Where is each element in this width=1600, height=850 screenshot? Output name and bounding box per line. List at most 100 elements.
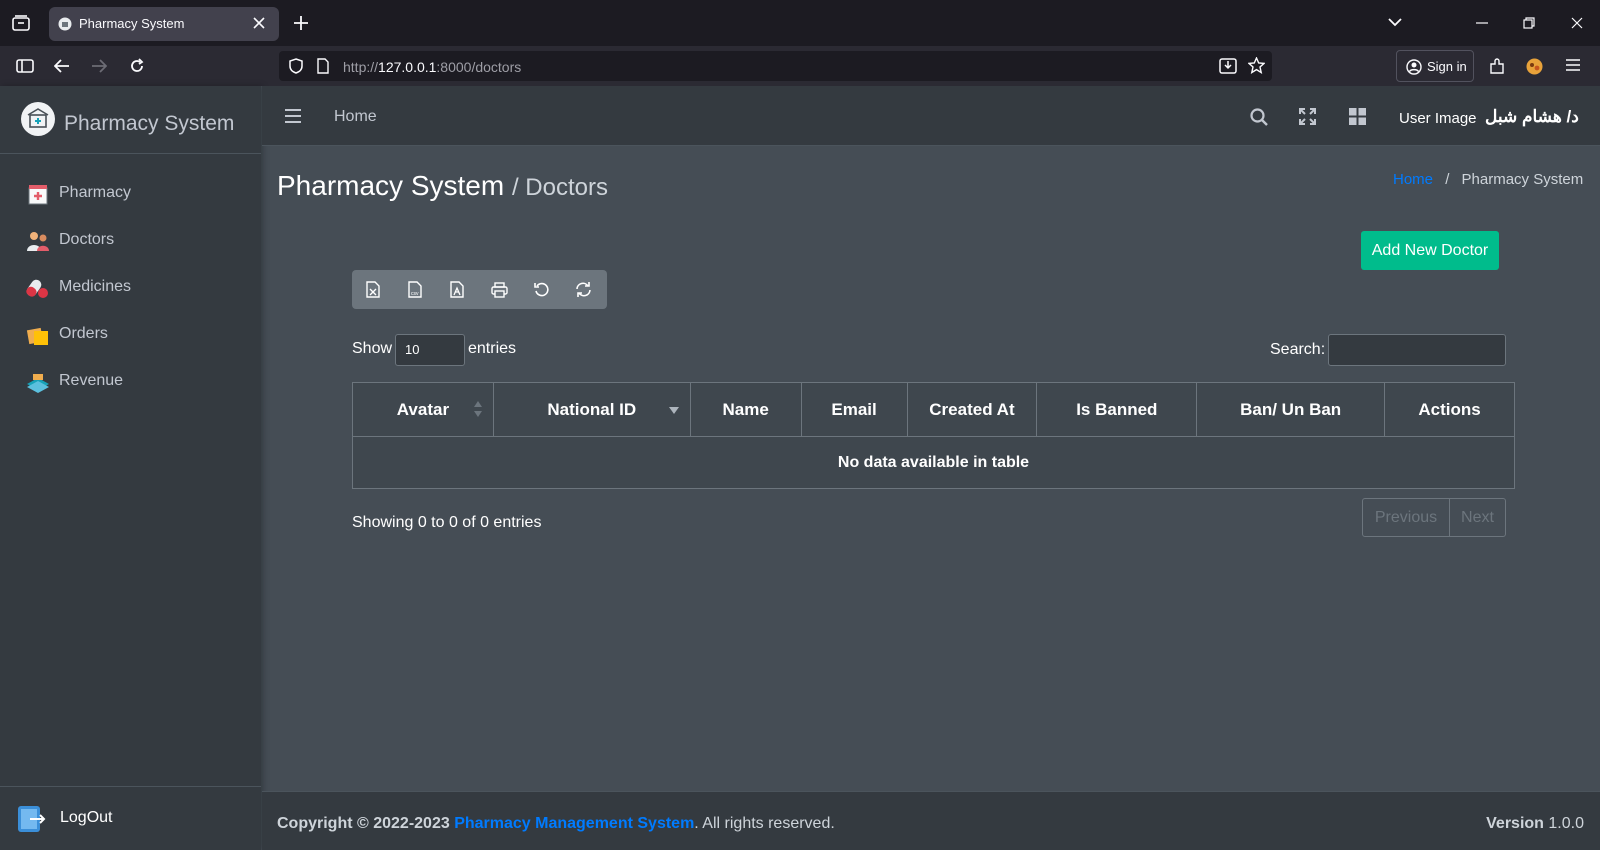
column-header-actions[interactable]: Actions — [1384, 382, 1515, 437]
sidebar: Pharmacy System Pharmacy Doctors Medicin… — [0, 86, 261, 850]
sidebar-toggle-icon[interactable] — [16, 59, 34, 73]
sidebar-item-orders[interactable]: Orders — [0, 313, 261, 357]
next-page-button[interactable]: Next — [1450, 499, 1505, 536]
csv-export-button[interactable]: csv — [394, 270, 436, 309]
pdf-file-icon — [450, 281, 464, 298]
sidebar-item-revenue[interactable]: Revenue — [0, 360, 261, 404]
forward-icon[interactable] — [91, 59, 107, 73]
printer-icon — [490, 281, 508, 298]
logout-button[interactable]: LogOut — [0, 786, 261, 850]
user-avatar[interactable]: User Image — [1399, 110, 1477, 127]
column-header-national-id[interactable]: National ID — [492, 382, 691, 437]
sync-icon — [575, 282, 592, 297]
reload-button[interactable] — [562, 270, 604, 309]
shield-icon[interactable] — [289, 58, 303, 74]
table-info: Showing 0 to 0 of 0 entries — [352, 514, 542, 531]
column-header-is-banned[interactable]: Is Banned — [1036, 382, 1198, 437]
new-tab-icon[interactable] — [294, 16, 308, 30]
browser-tab-bar: Pharmacy System — [0, 0, 1600, 46]
search-input[interactable] — [1328, 334, 1506, 366]
sidebar-item-doctors[interactable]: Doctors — [0, 219, 261, 263]
grid-apps-icon[interactable] — [1349, 108, 1366, 125]
logout-icon — [16, 804, 46, 834]
sidebar-item-label: Pharmacy — [59, 184, 132, 201]
bookmark-star-icon[interactable] — [1248, 57, 1265, 74]
sign-in-label: Sign in — [1427, 59, 1467, 74]
reload-icon[interactable] — [129, 58, 145, 74]
close-tab-icon[interactable] — [253, 17, 265, 29]
pagination: Previous Next — [1362, 498, 1506, 537]
previous-page-button[interactable]: Previous — [1363, 499, 1450, 536]
entries-label: entries — [468, 340, 517, 357]
fullscreen-icon[interactable] — [1299, 108, 1316, 125]
menu-toggle-icon[interactable] — [285, 109, 301, 123]
add-new-doctor-button[interactable]: Add New Doctor — [1361, 231, 1499, 270]
orders-icon — [26, 323, 50, 347]
brand-logo-icon — [20, 101, 56, 137]
pharmacy-icon — [26, 182, 50, 206]
column-header-created-at[interactable]: Created At — [906, 382, 1038, 437]
reset-button[interactable] — [520, 270, 562, 309]
page-icon[interactable] — [317, 58, 329, 74]
app-menu-icon[interactable] — [1566, 59, 1580, 71]
export-toolbar: csv — [352, 270, 607, 309]
svg-text:csv: csv — [411, 291, 419, 297]
page-title: Pharmacy System / Doctors — [277, 170, 608, 201]
column-header-email[interactable]: Email — [800, 382, 908, 437]
tab-favicon-icon — [58, 17, 72, 31]
chevron-down-icon[interactable] — [1388, 18, 1402, 27]
minimize-icon[interactable] — [1476, 22, 1488, 24]
doctors-icon — [26, 229, 50, 253]
sidebar-item-medicines[interactable]: Medicines — [0, 266, 261, 310]
tab-list-icon[interactable] — [12, 15, 30, 31]
undo-icon — [533, 282, 549, 297]
close-window-icon[interactable] — [1571, 17, 1583, 29]
search-label: Search: — [1270, 341, 1326, 358]
browser-tab-active[interactable]: Pharmacy System — [49, 7, 279, 41]
save-page-icon[interactable] — [1219, 58, 1237, 74]
doctors-table: Avatar National ID Name Email Created At… — [352, 382, 1515, 489]
sidebar-item-label: Doctors — [59, 231, 115, 248]
breadcrumb-current: Pharmacy System — [1461, 171, 1584, 188]
back-icon[interactable] — [54, 59, 70, 73]
sidebar-item-label: Revenue — [59, 372, 124, 389]
url-text[interactable]: http://127.0.0.1:8000/doctors — [343, 59, 521, 75]
top-header: Home User Image د/ هشام شبل — [262, 86, 1600, 146]
table-row: No data available in table — [352, 436, 1515, 489]
copyright-text: Copyright © 2022-2023 Pharmacy Managemen… — [277, 815, 835, 832]
column-header-ban-unban[interactable]: Ban/ Un Ban — [1196, 382, 1386, 437]
excel-file-icon — [366, 281, 380, 298]
extensions-icon[interactable] — [1489, 58, 1505, 75]
show-label: Show — [352, 340, 393, 357]
sort-desc-icon — [668, 406, 680, 415]
excel-export-button[interactable] — [352, 270, 394, 309]
brand-title: Pharmacy System — [64, 112, 235, 135]
sidebar-item-label: Orders — [59, 325, 108, 342]
page-subtitle: / Doctors — [511, 174, 608, 201]
url-bar[interactable]: http://127.0.0.1:8000/doctors — [279, 51, 1272, 81]
logout-label: LogOut — [60, 809, 113, 826]
sidebar-item-pharmacy[interactable]: Pharmacy — [0, 172, 261, 216]
sign-in-button[interactable]: Sign in — [1396, 50, 1474, 82]
account-icon — [1406, 59, 1422, 75]
profile-avatar-icon[interactable] — [1526, 58, 1543, 75]
company-link[interactable]: Pharmacy Management System — [454, 815, 694, 832]
column-header-avatar[interactable]: Avatar — [352, 382, 494, 437]
header-home-link[interactable]: Home — [334, 108, 377, 126]
search-icon[interactable] — [1250, 108, 1268, 126]
brand[interactable]: Pharmacy System — [0, 86, 261, 154]
entries-per-page-select[interactable]: 10 — [395, 334, 465, 366]
footer: Copyright © 2022-2023 Pharmacy Managemen… — [262, 791, 1600, 850]
version-text: Version 1.0.0 — [1486, 815, 1584, 832]
breadcrumb-home-link[interactable]: Home — [1393, 171, 1433, 188]
user-name[interactable]: د/ هشام شبل — [1485, 107, 1579, 127]
sidebar-item-label: Medicines — [59, 278, 132, 295]
restore-window-icon[interactable] — [1523, 17, 1535, 29]
tab-title: Pharmacy System — [79, 16, 185, 31]
breadcrumb: Home / Pharmacy System — [1393, 171, 1583, 188]
table-header-row: Avatar National ID Name Email Created At… — [352, 382, 1515, 437]
empty-table-message: No data available in table — [352, 436, 1515, 489]
pdf-export-button[interactable] — [436, 270, 478, 309]
column-header-name[interactable]: Name — [689, 382, 802, 437]
print-button[interactable] — [478, 270, 520, 309]
